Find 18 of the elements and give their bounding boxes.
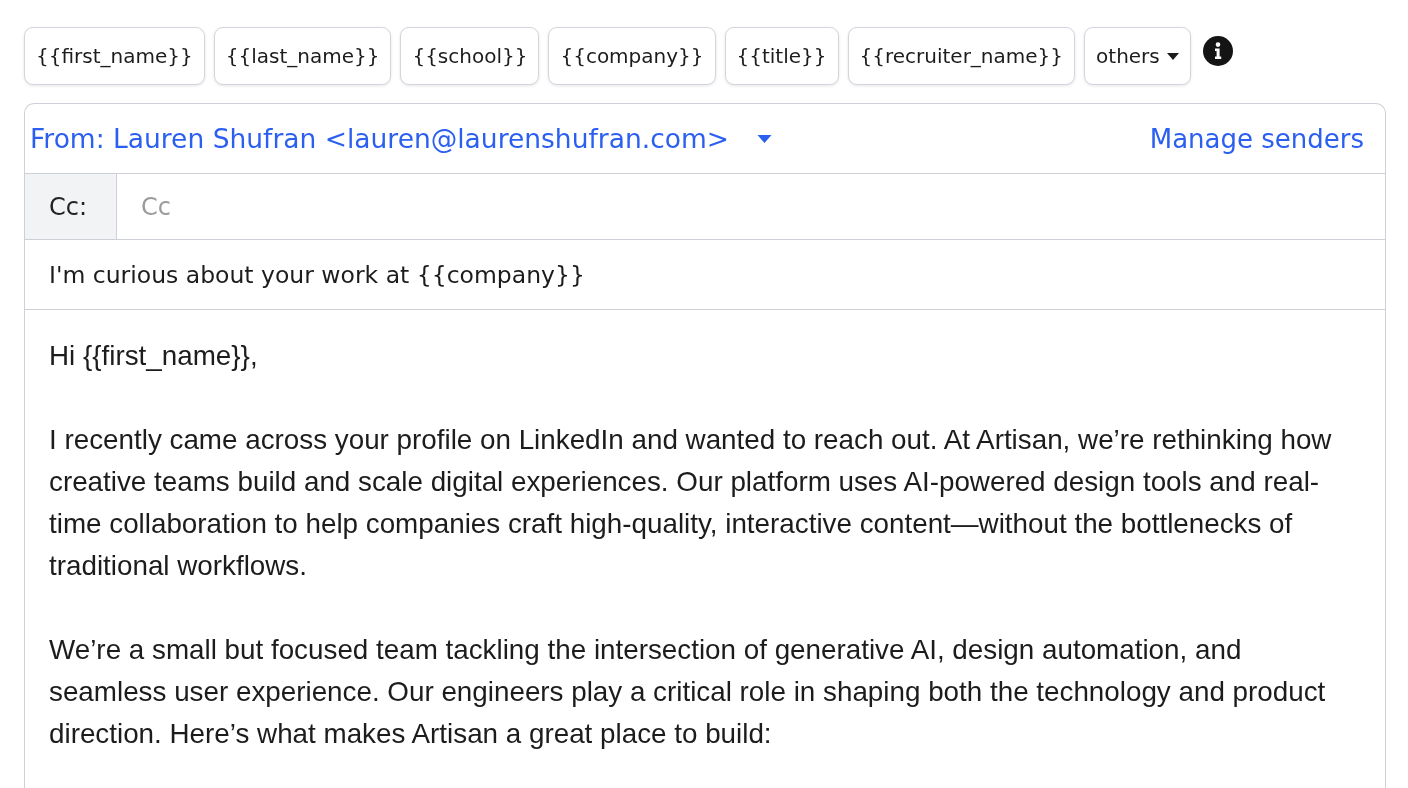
body-paragraph: Hi {{first_name}}, bbox=[49, 339, 259, 373]
manage-senders-link[interactable]: Manage senders bbox=[1149, 123, 1364, 154]
variable-chip[interactable]: {{last_name}} bbox=[213, 27, 392, 85]
body-paragraph: We’re a small but focused team tackling the intersection of generative AI, design automation, and seamless user experience. Our engineers play a critical role in shaping both the technology and product direction. Here’s what makes Artisan a great place to build: bbox=[49, 633, 1327, 751]
cc-field[interactable]: Cc bbox=[117, 174, 1385, 239]
variable-chip[interactable]: {{company}} bbox=[548, 27, 716, 85]
info-icon[interactable] bbox=[1202, 36, 1233, 66]
body-paragraph: I recently came across your profile on LinkedIn and wanted to reach out. At Artisan, we’re rethinking how creative teams build and scale digital experiences. Our platform uses AI-powered design tools and real-time collaboration to help companies craft high-quality, interactive content—without the bottlenecks of traditional workflows. bbox=[49, 423, 1333, 583]
sender-dropdown[interactable]: From: Lauren Shufran <lauren@laurenshufran.com> bbox=[28, 119, 774, 158]
subject-field[interactable]: I'm curious about your work at {{company}} bbox=[25, 240, 1385, 310]
variable-chip[interactable]: {{title}} bbox=[724, 27, 839, 85]
others-dropdown[interactable]: others bbox=[1084, 27, 1191, 85]
variable-chip[interactable]: {{school}} bbox=[400, 27, 540, 85]
caret-icon bbox=[756, 134, 772, 143]
variable-chip[interactable]: {{first_name}} bbox=[24, 27, 205, 85]
caret-icon bbox=[1166, 52, 1179, 60]
cc-label: Cc: bbox=[25, 174, 117, 239]
variable-chip[interactable]: {{recruiter_name}} bbox=[847, 27, 1076, 85]
